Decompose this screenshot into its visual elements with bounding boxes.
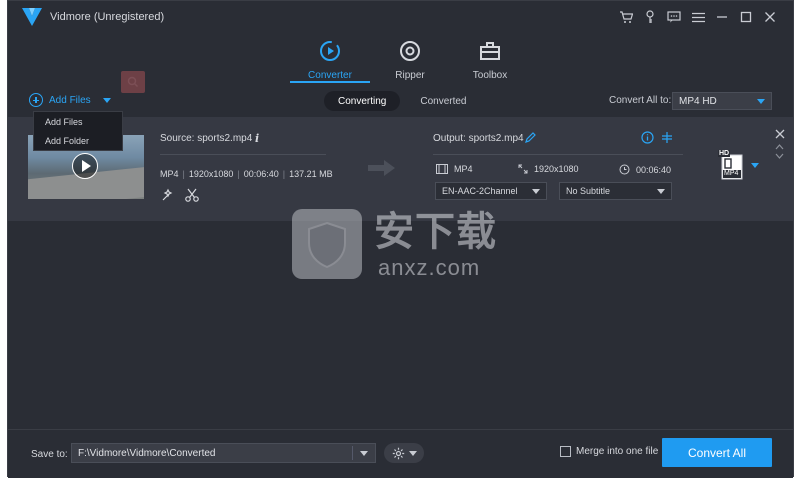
play-icon[interactable] (72, 153, 98, 179)
tab-label: Converter (308, 70, 352, 81)
convert-all-label: Convert All to: (609, 95, 672, 106)
watermark-domain: anxz.com (378, 255, 481, 280)
source-size: 137.21 MB (289, 169, 333, 179)
chevron-down-icon[interactable] (102, 97, 111, 103)
add-icon (29, 93, 43, 107)
merge-checkbox[interactable] (560, 446, 571, 457)
output-duration-value: 00:06:40 (636, 164, 672, 175)
hd-badge: HD (718, 150, 731, 157)
merge-label: Merge into one file (576, 446, 659, 457)
info-circle-icon[interactable] (641, 131, 654, 144)
tab-ripper[interactable]: Ripper (370, 37, 450, 83)
menu-icon[interactable] (689, 9, 707, 25)
output-format-value: MP4 (454, 164, 473, 174)
app-window: Vidmore (Unregistered) Converter Ripper … (7, 0, 794, 478)
divider (160, 154, 326, 155)
scissors-icon[interactable] (184, 187, 200, 203)
file-row: Source: sports2.mp4 i MP4 | 1920x1080 | 00… (8, 117, 793, 221)
remove-file-icon[interactable] (775, 129, 785, 139)
audio-track-value: EN-AAC-2Channel (442, 186, 518, 196)
mp4-badge: MP4 (724, 170, 739, 177)
source-file-name: Source: sports2.mp4 (160, 133, 253, 144)
status-toggle: Converting Converted (324, 91, 481, 111)
main-tabs: Converter Ripper Toolbox (290, 37, 530, 83)
tab-toolbox[interactable]: Toolbox (450, 37, 530, 83)
vidmore-logo-icon (22, 8, 42, 26)
subtitle-select[interactable]: No Subtitle (559, 182, 672, 200)
watermark-text: 安下载 (374, 209, 497, 255)
chevron-down-icon (408, 450, 417, 456)
resize-icon (518, 164, 528, 174)
window-controls (617, 9, 779, 25)
edit-icon[interactable] (524, 132, 536, 144)
convert-all-format-select[interactable]: MP4 HD (672, 92, 772, 110)
chevron-down-icon (757, 99, 765, 104)
convert-all-button[interactable]: Convert All (662, 438, 772, 467)
add-files-label: Add Files (49, 94, 91, 106)
subtitle-value: No Subtitle (566, 186, 611, 196)
add-files-button[interactable]: Add Files (29, 71, 145, 107)
search-icon (121, 71, 145, 93)
divider (352, 446, 353, 460)
output-duration: 00:06:40 (619, 164, 671, 175)
cart-icon[interactable] (617, 9, 635, 25)
clock-icon (619, 164, 630, 175)
output-file-name: Output: sports2.mp4 (433, 133, 524, 144)
audio-track-select[interactable]: EN-AAC-2Channel (435, 182, 547, 200)
converter-icon (320, 41, 340, 61)
key-icon[interactable] (641, 9, 659, 25)
tab-converting[interactable]: Converting (324, 91, 401, 111)
format-value: MP4 HD (679, 95, 717, 107)
tab-label: Toolbox (472, 70, 508, 81)
watermark-shield-icon (292, 209, 362, 279)
move-up-icon[interactable] (775, 144, 784, 150)
gear-icon (392, 447, 404, 459)
title-bar: Vidmore (Unregistered) (8, 1, 793, 34)
chevron-down-icon[interactable] (751, 163, 759, 168)
source-duration: 00:06:40 (243, 169, 279, 179)
app-title: Vidmore (Unregistered) (50, 11, 165, 23)
toolbar: Add Files Converting Converted Convert A… (8, 71, 793, 117)
output-format-badge[interactable]: HD MP4 (718, 150, 759, 181)
output-resolution-value: 1920x1080 (534, 164, 579, 174)
move-down-icon[interactable] (775, 153, 784, 159)
toolbox-icon (480, 42, 500, 60)
add-files-dropdown: Add Files Add Folder (33, 111, 123, 151)
menu-item-add-folder[interactable]: Add Folder (34, 131, 122, 150)
source-metadata: MP4 | 1920x1080 | 00:06:40 | 137.21 MB (160, 169, 333, 179)
tab-label: Ripper (395, 70, 425, 81)
watermark: 安下载 anxz.com (292, 209, 532, 281)
save-path-value: F:\Vidmore\Vidmore\Converted (78, 447, 216, 459)
feedback-icon[interactable] (665, 9, 683, 25)
source-format: MP4 (160, 169, 179, 179)
chevron-down-icon (657, 189, 665, 194)
info-icon[interactable]: i (255, 132, 259, 145)
tab-converter[interactable]: Converter (290, 37, 370, 83)
divider (433, 154, 683, 155)
bottom-bar: Save to: F:\Vidmore\Vidmore\Converted Me… (8, 429, 793, 478)
menu-item-add-files[interactable]: Add Files (34, 112, 122, 131)
chevron-down-icon[interactable] (360, 451, 368, 456)
output-format: MP4 (436, 164, 473, 174)
ripper-icon (400, 41, 420, 61)
output-settings-button[interactable] (384, 443, 424, 463)
save-path-field[interactable]: F:\Vidmore\Vidmore\Converted (71, 443, 376, 463)
film-icon (436, 164, 448, 174)
merge-option[interactable]: Merge into one file (560, 446, 658, 457)
close-icon[interactable] (761, 9, 779, 25)
minimize-icon[interactable] (713, 9, 731, 25)
output-resolution: 1920x1080 (518, 164, 579, 174)
chevron-down-icon (532, 189, 540, 194)
source-resolution: 1920x1080 (188, 169, 234, 179)
tab-converted[interactable]: Converted (406, 91, 480, 111)
arrow-right-icon (368, 160, 395, 176)
settings-compare-icon[interactable] (661, 131, 673, 144)
save-to-label: Save to: (31, 449, 68, 460)
maximize-icon[interactable] (737, 9, 755, 25)
enhance-icon[interactable] (160, 187, 176, 203)
